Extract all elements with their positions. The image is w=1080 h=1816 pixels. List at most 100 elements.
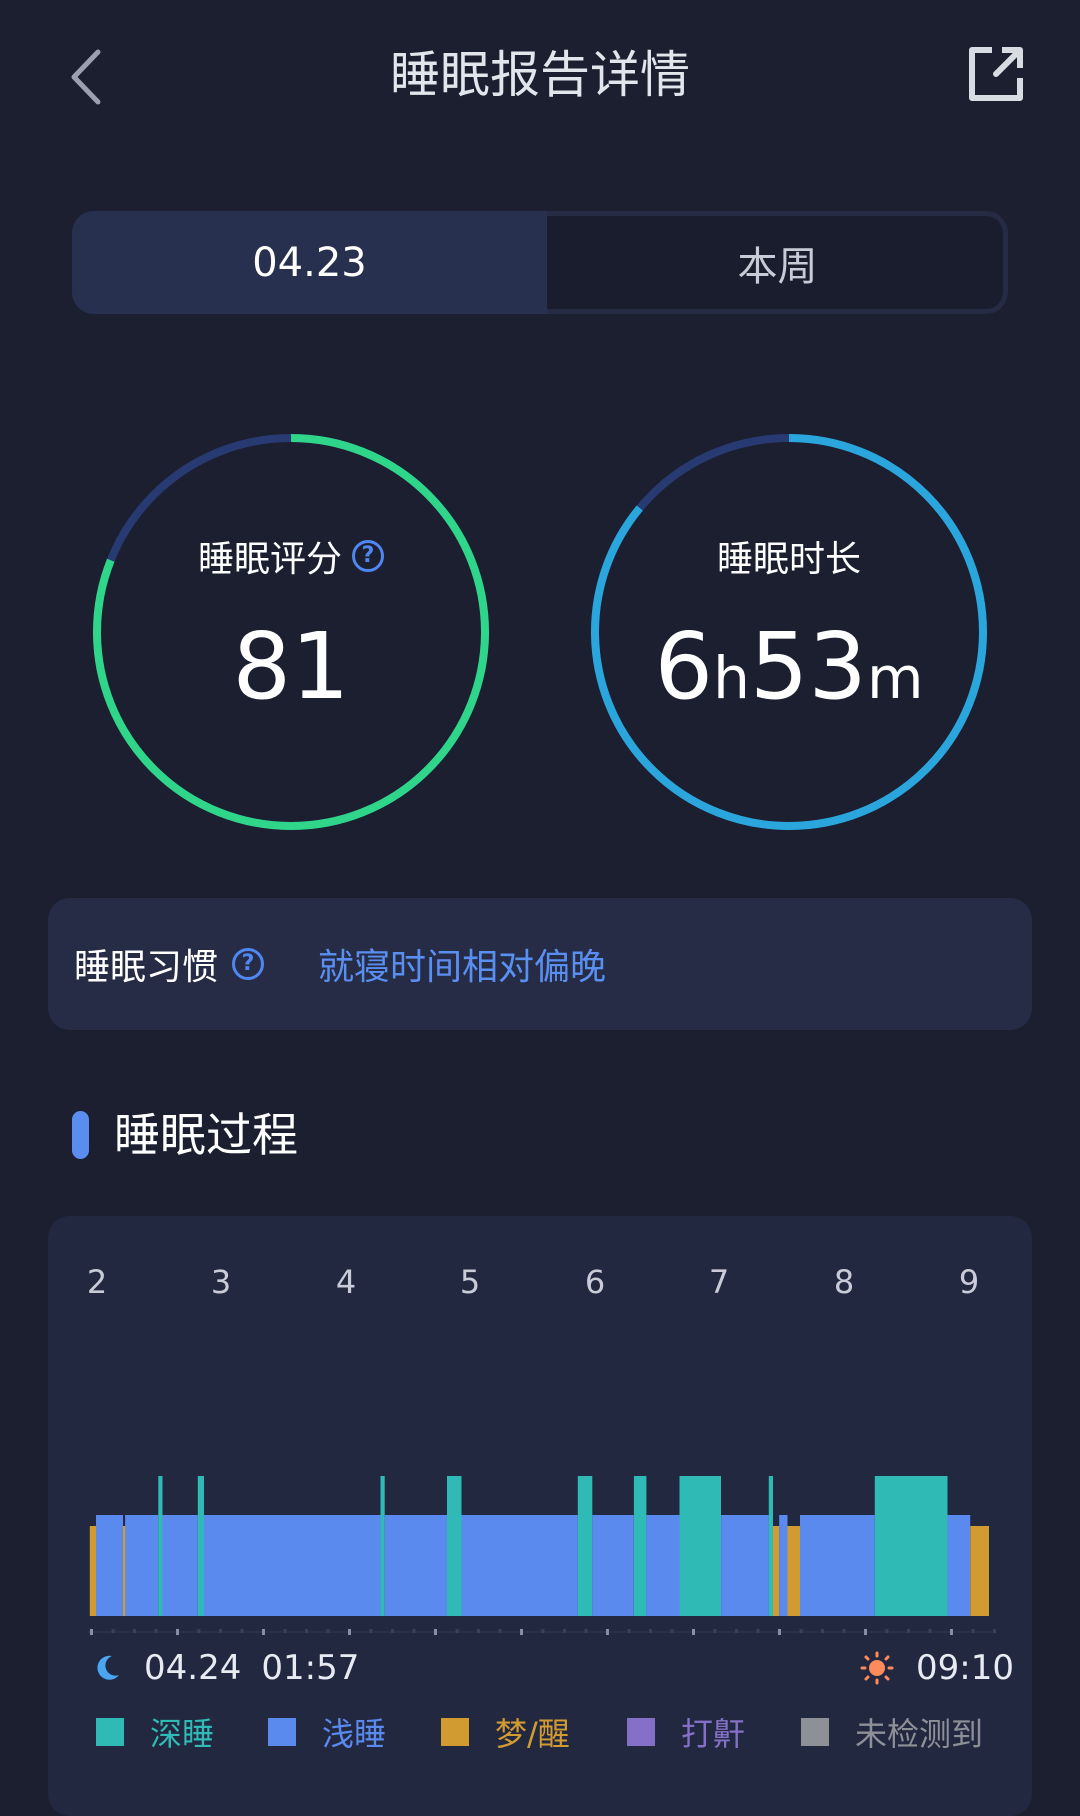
habit-label: 睡眠习惯 (74, 947, 219, 988)
time-axis-tick (219, 1629, 222, 1633)
help-icon[interactable]: ? (232, 948, 265, 980)
time-axis-tick (541, 1629, 545, 1633)
time-axis-tick (176, 1629, 179, 1635)
time-axis-tick (477, 1629, 480, 1633)
stage-segment-deep (380, 1476, 385, 1616)
sleep-duration-ring: 睡眠时长 6h53m (579, 422, 999, 842)
time-axis-tick (799, 1629, 803, 1633)
hour-label: 9 (958, 1263, 980, 1301)
stage-segment-deep (679, 1476, 721, 1616)
date-range-tabs: 04.23 本周 (72, 211, 1008, 314)
legend-swatch (441, 1718, 469, 1746)
time-axis-tick (713, 1629, 717, 1633)
page-title: 睡眠报告详情 (390, 46, 690, 104)
sleep-stage-chart (88, 1476, 996, 1635)
hour-label: 7 (708, 1263, 730, 1301)
legend-label: 未检测到 (855, 1715, 984, 1753)
duration-label: 睡眠时长 (716, 539, 861, 580)
habit-value: 就寝时间相对偏晚 (318, 947, 607, 988)
stage-segment-deep (633, 1476, 647, 1616)
stage-segment-light (779, 1515, 788, 1616)
tab-day[interactable]: 04.23 (72, 211, 547, 314)
time-axis-tick (842, 1629, 846, 1633)
time-axis-tick (391, 1629, 394, 1633)
legend-undetected: 未检测到 (801, 1712, 984, 1753)
stage-segment-awake (787, 1526, 800, 1616)
sleep-start-date: 04.24 (144, 1647, 242, 1688)
time-axis-tick (197, 1629, 201, 1633)
stage-segment-light (721, 1515, 769, 1616)
sleep-habit-card[interactable]: 睡眠习惯 ? 就寝时间相对偏晚 (48, 898, 1032, 1030)
time-axis-tick (563, 1629, 566, 1633)
time-axis-tick (735, 1629, 738, 1633)
duration-minutes: 53 (749, 613, 867, 720)
stage-segment-light (125, 1515, 159, 1616)
legend-swatch (96, 1718, 124, 1746)
stage-segment-light (800, 1515, 875, 1616)
time-axis-tick (885, 1629, 889, 1633)
stage-segment-deep (768, 1476, 773, 1616)
help-icon[interactable]: ? (352, 540, 384, 572)
legend-swatch (268, 1718, 296, 1746)
time-axis-tick (692, 1629, 695, 1635)
share-button[interactable] (966, 44, 1026, 104)
duration-value: 6h53m (579, 602, 999, 743)
time-axis-tick (971, 1629, 975, 1633)
legend-light: 浅睡 (268, 1712, 386, 1753)
stage-segment-deep (577, 1476, 593, 1616)
stage-segment-light (162, 1515, 198, 1616)
time-axis-tick (305, 1629, 308, 1633)
time-axis-tick (434, 1629, 437, 1635)
time-axis-tick (90, 1629, 93, 1635)
sleep-start: 04.24 01:57 (92, 1645, 359, 1690)
score-label: 睡眠评分 (197, 539, 342, 580)
time-axis-tick (627, 1629, 631, 1633)
time-axis-tick (133, 1629, 136, 1633)
time-axis-tick (606, 1629, 609, 1635)
hour-label: 6 (584, 1263, 606, 1301)
time-axis-tick (928, 1629, 932, 1633)
time-axis-tick (778, 1629, 781, 1635)
time-axis-tick (520, 1629, 523, 1635)
time-axis-tick (283, 1629, 287, 1633)
duration-hours: 6 (654, 613, 714, 720)
time-axis-tick (584, 1629, 588, 1633)
legend-label: 深睡 (150, 1715, 215, 1753)
legend-label: 梦/醒 (495, 1715, 570, 1753)
stage-segment-light (96, 1515, 123, 1616)
time-axis-tick (412, 1629, 416, 1633)
stage-segment-light (646, 1515, 680, 1616)
stage-segment-light (204, 1515, 381, 1616)
stage-segment-deep (447, 1476, 462, 1616)
time-axis-tick (455, 1629, 459, 1633)
stage-segment-light (384, 1515, 447, 1616)
hour-label: 8 (833, 1263, 855, 1301)
hour-label: 2 (86, 1263, 108, 1301)
time-axis-tick (498, 1629, 502, 1633)
time-axis-tick (111, 1629, 115, 1633)
moon-icon (97, 1655, 119, 1680)
tab-week[interactable]: 本周 (547, 211, 1008, 314)
hour-label: 5 (459, 1263, 481, 1301)
sleep-end-time: 09:10 (916, 1647, 1014, 1688)
time-axis-tick (348, 1629, 351, 1635)
time-axis-tick (907, 1629, 910, 1633)
stage-segment-awake (89, 1526, 96, 1616)
sleep-score-ring: 睡眠评分 ? 81 (81, 422, 501, 842)
time-axis-tick (649, 1629, 652, 1633)
legend-label: 打鼾 (681, 1715, 746, 1753)
stage-segment-awake (773, 1526, 780, 1616)
stage-segment-deep (874, 1476, 948, 1616)
sun-icon (860, 1651, 894, 1684)
time-axis-tick (864, 1629, 867, 1635)
time-axis-tick (262, 1629, 265, 1635)
duration-minutes-unit: m (866, 644, 924, 712)
time-axis-tick (821, 1629, 824, 1633)
time-axis-tick (993, 1629, 996, 1633)
share-export-icon (969, 47, 1023, 101)
stage-segment-light (461, 1515, 578, 1616)
sleep-start-time: 01:57 (261, 1647, 360, 1688)
time-axis-tick (369, 1629, 373, 1633)
sleep-end: 09:10 (860, 1645, 1014, 1690)
time-axis-tick (154, 1629, 158, 1633)
